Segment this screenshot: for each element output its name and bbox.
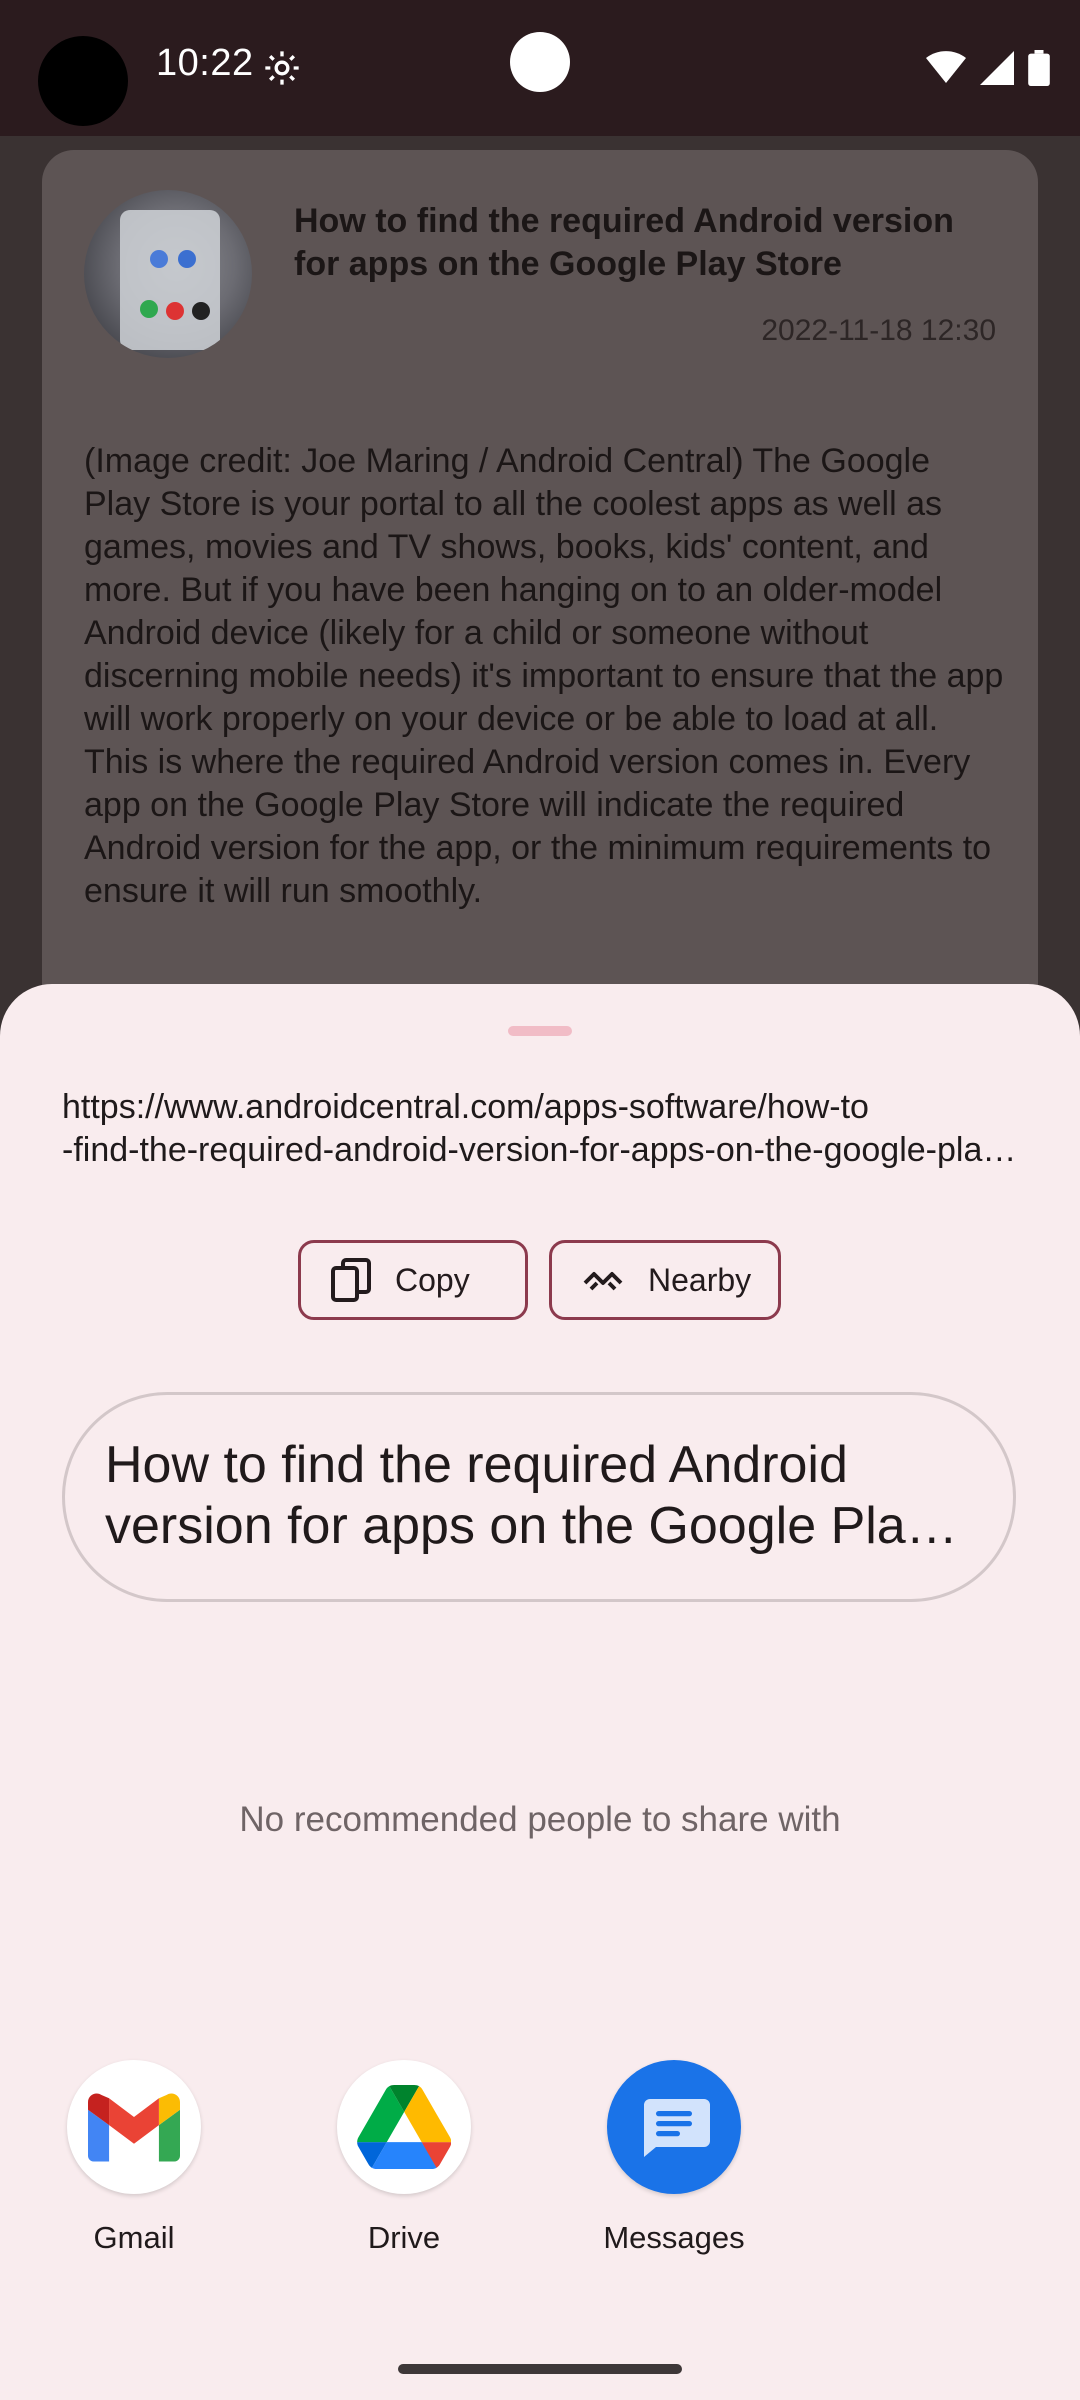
- article-body: (Image credit: Joe Maring / Android Cent…: [84, 442, 1004, 910]
- gmail-icon: [67, 2060, 201, 2194]
- messages-icon: [607, 2060, 741, 2194]
- drag-handle[interactable]: [508, 1026, 572, 1036]
- app-label-drive: Drive: [367, 2220, 441, 2255]
- signal-icon: [980, 51, 1014, 85]
- app-label-gmail: Gmail: [93, 2220, 175, 2255]
- share-text-preview[interactable]: How to find the required Android version…: [62, 1392, 1016, 1602]
- status-time: 10:22: [156, 42, 254, 84]
- share-url: https://www.androidcentral.com/apps-soft…: [62, 1086, 1022, 1172]
- nearby-button[interactable]: Nearby: [549, 1240, 781, 1320]
- share-sheet: https://www.androidcentral.com/apps-soft…: [0, 984, 1080, 2400]
- no-recommendations-text: No recommended people to share with: [239, 1800, 841, 1839]
- gesture-nav-bar[interactable]: [398, 2364, 682, 2374]
- article-date: 2022-11-18 12:30: [761, 314, 996, 347]
- app-label-messages: Messages: [603, 2220, 745, 2255]
- nearby-label: Nearby: [648, 1261, 752, 1298]
- battery-icon: [1028, 50, 1050, 86]
- copy-button[interactable]: Copy: [298, 1240, 528, 1320]
- article-card: How to find the required Android version…: [42, 150, 1038, 1050]
- share-url-line-2: -find-the-required-android-version-for-a…: [62, 1131, 1022, 1169]
- share-target-drive[interactable]: Drive: [294, 2060, 514, 2256]
- article-thumbnail: [84, 190, 252, 358]
- share-preview-text: How to find the required Android version…: [105, 1436, 932, 1555]
- share-url-line-1: https://www.androidcentral.com/apps-soft…: [62, 1088, 869, 1126]
- gear-icon: [265, 51, 299, 85]
- status-bar: 10:22: [0, 0, 1080, 136]
- share-target-gmail[interactable]: Gmail: [24, 2060, 244, 2256]
- nearby-share-icon: [583, 1272, 623, 1291]
- share-target-messages[interactable]: Messages: [564, 2060, 784, 2256]
- camera-cutout: [38, 36, 128, 126]
- drive-icon: [337, 2060, 471, 2194]
- front-camera: [510, 32, 570, 92]
- wifi-icon: [926, 51, 966, 83]
- copy-icon: [331, 1258, 371, 1302]
- system-icons: [926, 48, 1050, 88]
- copy-label: Copy: [395, 1261, 470, 1298]
- article-title: How to find the required Android version…: [294, 202, 954, 283]
